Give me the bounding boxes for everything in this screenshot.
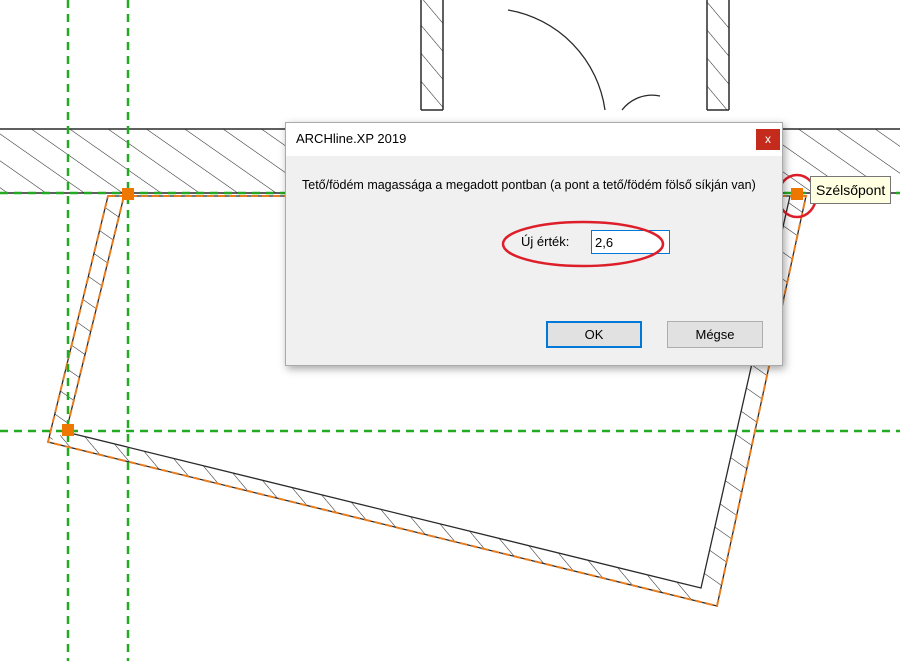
upper-wall-segments <box>420 0 730 111</box>
door-swing <box>507 9 661 111</box>
new-value-input[interactable] <box>591 230 670 254</box>
grip-point[interactable] <box>122 188 134 200</box>
ok-button[interactable]: OK <box>546 321 642 348</box>
grip-point[interactable] <box>791 188 803 200</box>
close-button[interactable]: x <box>756 129 780 150</box>
dialog-title: ARCHline.XP 2019 <box>296 131 407 146</box>
roof-height-dialog: ARCHline.XP 2019 x Tető/födém magassága … <box>285 122 783 366</box>
close-icon: x <box>765 132 771 146</box>
grip-point[interactable] <box>62 424 74 436</box>
cancel-button[interactable]: Mégse <box>667 321 763 348</box>
snap-tooltip: Szélsőpont <box>810 176 892 204</box>
dialog-titlebar[interactable]: ARCHline.XP 2019 x <box>286 123 782 156</box>
dialog-message: Tető/födém magassága a megadott pontban … <box>302 178 756 192</box>
new-value-label: Új érték: <box>521 234 570 249</box>
